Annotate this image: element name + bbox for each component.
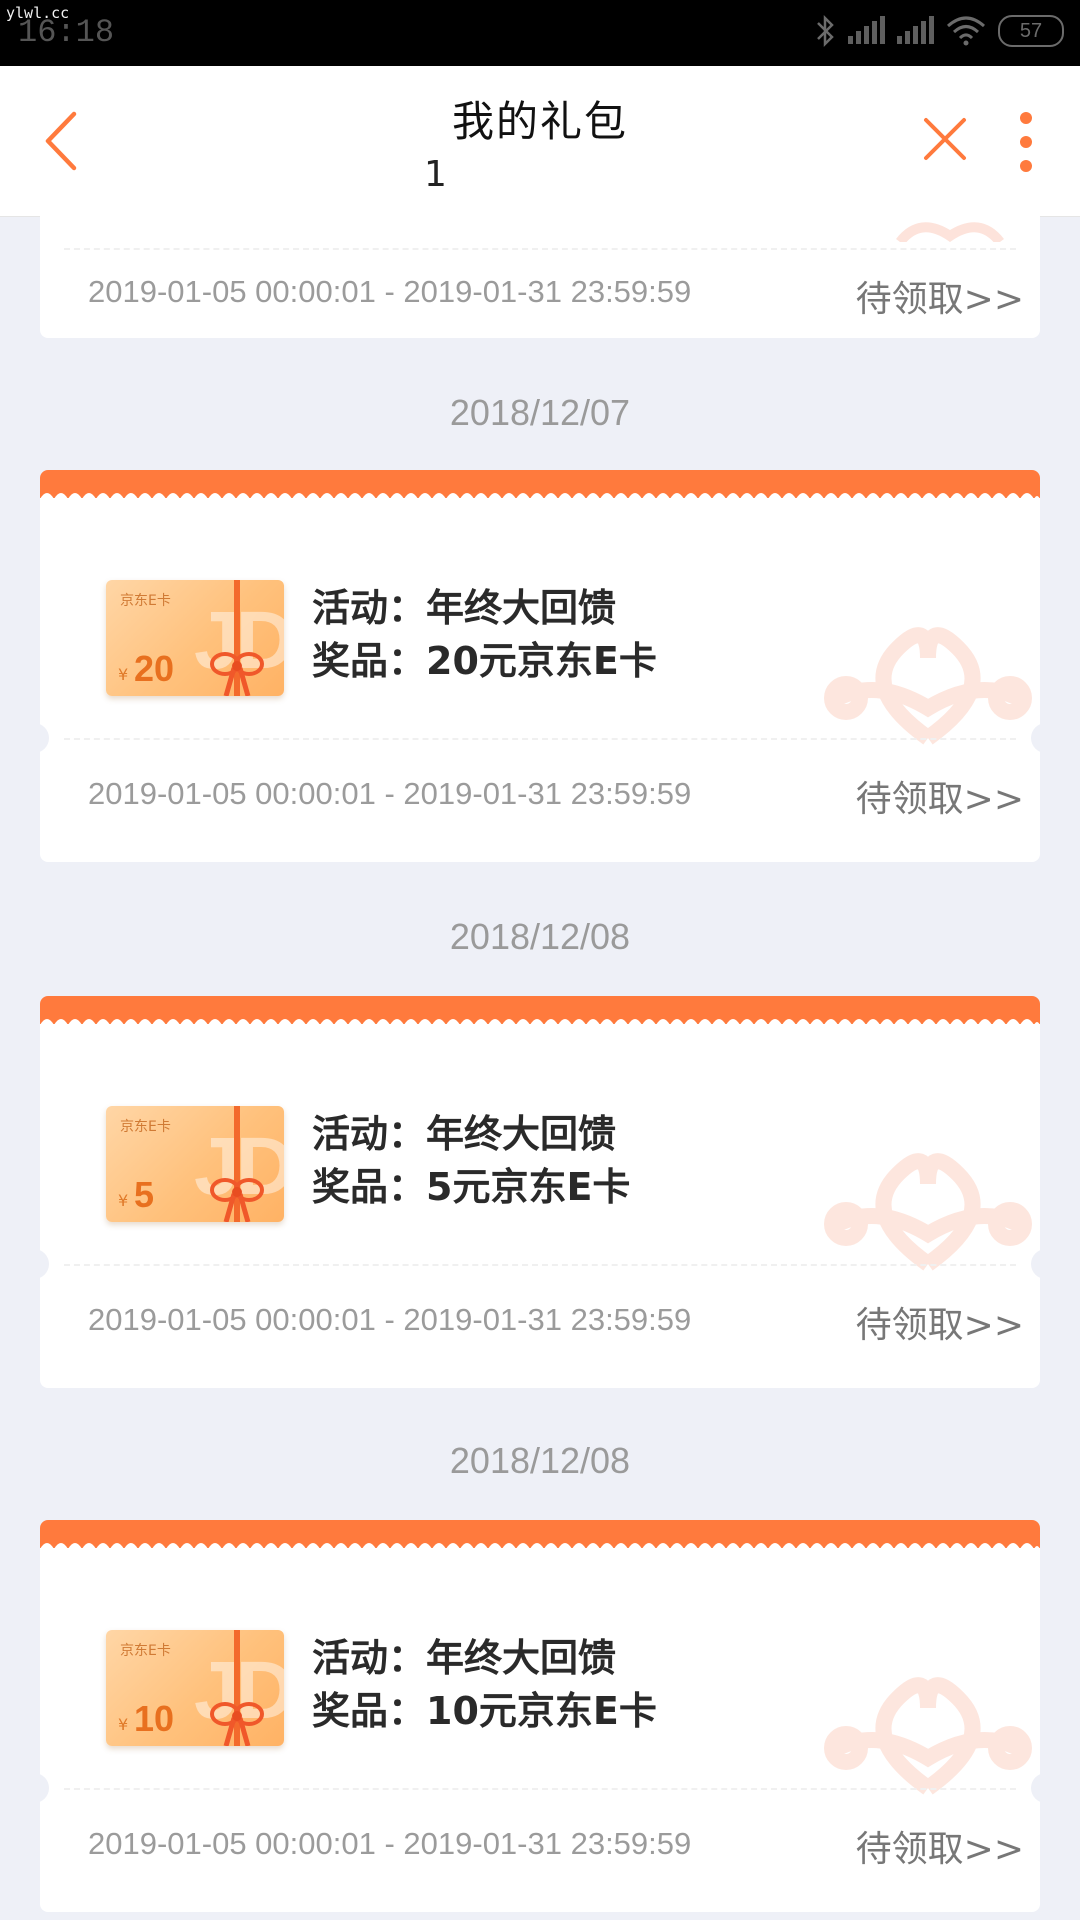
card-footer: 2019-01-05 00:00:01 - 2019-01-31 23:59:5… [40, 740, 1040, 840]
card-brand: 京东E卡 [120, 593, 171, 609]
signal-icon [897, 16, 934, 44]
jd-e-card-image: 京东E卡 JD ¥ 10 [106, 1630, 284, 1746]
unicom-logo-icon [824, 1677, 1032, 1795]
card-currency: ¥ [118, 665, 129, 684]
card-amount: 20 [134, 648, 175, 689]
jd-e-card-image: 京东E卡 JD ¥ 5 [106, 1106, 284, 1222]
gift-card-item[interactable]: 京东E卡 JD ¥ 5 活动：年终大回馈 奖品：5元京东E卡 [40, 996, 1040, 1388]
wifi-icon [947, 16, 985, 46]
close-icon[interactable] [922, 116, 968, 162]
activity-label: 活动：年终大回馈 [312, 586, 617, 630]
unicom-logo-icon [896, 222, 1004, 242]
claim-link[interactable]: 待领取>> [856, 270, 1024, 322]
gift-bow-icon [210, 1178, 264, 1222]
claim-link[interactable]: 待领取>> [856, 1296, 1024, 1348]
card-amount: 10 [134, 1698, 175, 1739]
prize-info: 活动：年终大回馈 奖品：5元京东E卡 [312, 1108, 630, 1214]
card-body: 京东E卡 JD ¥ 20 活动：年终大回馈 奖品：20元京东E卡 [40, 498, 1040, 745]
status-bar: ylwl.cc 16:18 57 [0, 0, 1080, 66]
date-heading: 2018/12/08 [449, 1440, 631, 1481]
activity-label: 活动：年终大回馈 [312, 1112, 617, 1156]
app-header: 我的礼包 1 [0, 66, 1080, 217]
validity-period: 2019-01-05 00:00:01 - 2019-01-31 23:59:5… [88, 1302, 692, 1337]
card-brand: 京东E卡 [120, 1119, 171, 1135]
prize-info: 活动：年终大回馈 奖品：10元京东E卡 [312, 1632, 657, 1738]
prize-label: 奖品：10元京东E卡 [312, 1689, 657, 1733]
claim-link[interactable]: 待领取>> [856, 1820, 1024, 1872]
status-icons: 57 [814, 14, 1064, 48]
signal-icon [848, 16, 885, 44]
page-title: 我的礼包 [451, 97, 628, 146]
card-brand: 京东E卡 [120, 1643, 171, 1659]
prize-label: 奖品：20元京东E卡 [312, 639, 657, 683]
unicom-logo-icon [824, 1153, 1032, 1271]
prize-info: 活动：年终大回馈 奖品：20元京东E卡 [312, 582, 657, 688]
validity-period: 2019-01-05 00:00:01 - 2019-01-31 23:59:5… [88, 274, 692, 309]
card-top-band [40, 470, 1040, 499]
unicom-logo-icon [824, 627, 1032, 745]
jd-e-card-image: 京东E卡 JD ¥ 20 [106, 580, 284, 696]
validity-period: 2019-01-05 00:00:01 - 2019-01-31 23:59:5… [88, 776, 692, 811]
card-footer: 2019-01-05 00:00:01 - 2019-01-31 23:59:5… [40, 1790, 1040, 1890]
card-top-band [40, 996, 1040, 1025]
battery-icon: 57 [998, 15, 1064, 47]
validity-period: 2019-01-05 00:00:01 - 2019-01-31 23:59:5… [88, 1826, 692, 1861]
prize-label: 奖品：5元京东E卡 [312, 1165, 631, 1209]
card-top-band [40, 1520, 1040, 1549]
gift-card-item[interactable]: 京东E卡 JD ¥ 10 活动：年终大回馈 奖品：10元京东E卡 [40, 1520, 1040, 1912]
gift-card-item[interactable]: 京东E卡 JD ¥ 20 活动：年终大回馈 奖品：20元京东E卡 [40, 470, 1040, 862]
activity-label: 活动：年终大回馈 [312, 1636, 617, 1680]
gift-card-item[interactable]: 2019-01-05 00:00:01 - 2019-01-31 23:59:5… [40, 216, 1040, 338]
more-vertical-icon[interactable] [1014, 110, 1038, 174]
gift-bow-icon [210, 652, 264, 696]
date-heading: 2018/12/07 [449, 392, 631, 433]
claim-link[interactable]: 待领取>> [856, 770, 1024, 822]
status-time: 16:18 [18, 14, 115, 51]
page-subtitle: 1 [424, 154, 447, 195]
card-body: 京东E卡 JD ¥ 10 活动：年终大回馈 奖品：10元京东E卡 [40, 1548, 1040, 1795]
card-currency: ¥ [118, 1715, 129, 1734]
card-body: 京东E卡 JD ¥ 5 活动：年终大回馈 奖品：5元京东E卡 [40, 1024, 1040, 1271]
date-heading: 2018/12/08 [449, 916, 631, 957]
card-divider [64, 248, 1016, 250]
card-amount: 5 [134, 1174, 155, 1215]
bluetooth-icon [817, 14, 834, 48]
card-footer: 2019-01-05 00:00:01 - 2019-01-31 23:59:5… [40, 1266, 1040, 1366]
card-currency: ¥ [118, 1191, 129, 1210]
gift-bow-icon [210, 1702, 264, 1746]
